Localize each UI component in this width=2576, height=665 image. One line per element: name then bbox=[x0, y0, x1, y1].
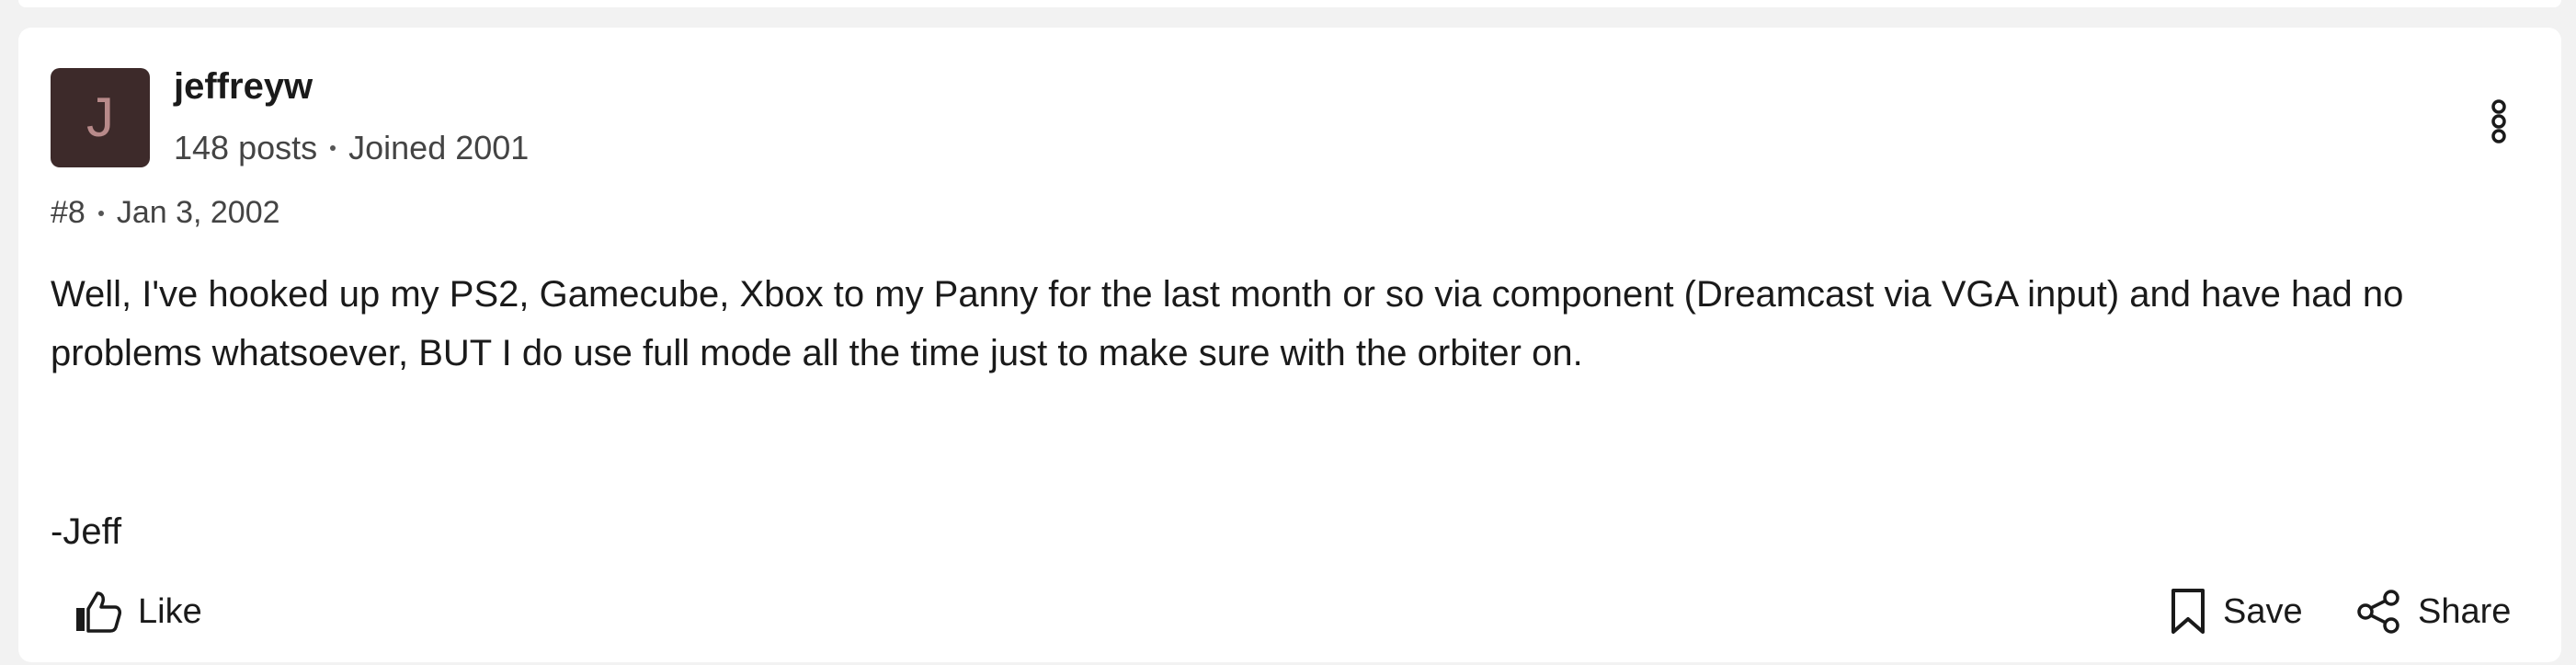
post-number[interactable]: #8 bbox=[51, 195, 85, 231]
share-label: Share bbox=[2418, 591, 2512, 631]
save-label: Save bbox=[2223, 591, 2303, 631]
share-button[interactable]: Share bbox=[2355, 579, 2511, 644]
share-icon bbox=[2357, 590, 2399, 634]
post-body: Well, I've hooked up my PS2, Gamecube, X… bbox=[51, 274, 2404, 373]
avatar-letter: J bbox=[86, 86, 114, 148]
author-meta: 148 posts Joined 2001 bbox=[174, 129, 529, 167]
posts-count: 148 posts bbox=[174, 129, 318, 166]
save-button[interactable]: Save bbox=[2170, 579, 2303, 644]
like-button[interactable]: Like bbox=[74, 579, 202, 644]
separator-dot bbox=[330, 145, 336, 151]
separator-dot bbox=[97, 210, 104, 216]
post-date: Jan 3, 2002 bbox=[116, 195, 280, 230]
username-link[interactable]: jeffreyw bbox=[174, 66, 313, 108]
avatar[interactable]: J bbox=[51, 68, 150, 167]
post-meta: #8 Jan 3, 2002 bbox=[51, 195, 280, 231]
post-card: J jeffreyw 148 posts Joined 2001 #8 Jan … bbox=[18, 28, 2561, 662]
like-label: Like bbox=[138, 591, 202, 631]
previous-post-card bbox=[18, 0, 2561, 7]
thumbs-up-icon bbox=[76, 591, 121, 633]
post-signature: -Jeff bbox=[51, 511, 122, 552]
bookmark-icon bbox=[2171, 589, 2205, 634]
joined-date: Joined 2001 bbox=[348, 129, 530, 166]
more-options-button[interactable] bbox=[2480, 94, 2517, 149]
kebab-menu-icon bbox=[2491, 99, 2506, 143]
